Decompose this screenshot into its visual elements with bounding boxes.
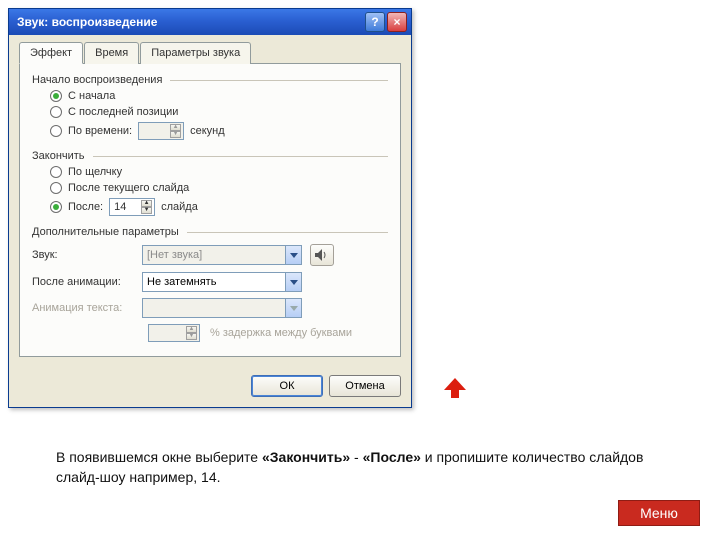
titlebar[interactable]: Звук: воспроизведение ? × <box>9 9 411 35</box>
option-on-click[interactable]: По щелчку <box>50 166 388 178</box>
arrow-up-icon <box>444 378 466 401</box>
by-time-unit: секунд <box>190 125 225 137</box>
tab-time[interactable]: Время <box>84 42 139 64</box>
option-by-time[interactable]: По времени: ▲ ▼ секунд <box>50 122 388 140</box>
caption-mid: - <box>350 449 362 465</box>
group-end-options: По щелчку После текущего слайда После: 1… <box>32 166 388 216</box>
text-anim-combo[interactable] <box>142 298 302 318</box>
option-by-time-label: По времени: <box>68 125 132 137</box>
menu-button[interactable]: Меню <box>618 500 700 526</box>
row-text-anim: Анимация текста: <box>32 298 388 318</box>
radio-after-current[interactable] <box>50 182 62 194</box>
spinner-arrows: ▲ ▼ <box>141 200 152 214</box>
after-anim-combo-value: Не затемнять <box>147 276 285 288</box>
spin-down-icon[interactable]: ▼ <box>141 207 152 214</box>
radio-on-click[interactable] <box>50 166 62 178</box>
spin-down-icon[interactable]: ▼ <box>170 131 181 138</box>
speaker-icon <box>315 249 329 261</box>
ok-button[interactable]: ОК <box>251 375 323 397</box>
option-after-current-label: После текущего слайда <box>68 182 189 194</box>
radio-after[interactable] <box>50 201 62 213</box>
option-after-current[interactable]: После текущего слайда <box>50 182 388 194</box>
sound-playback-dialog: Звук: воспроизведение ? × Эффект Время П… <box>8 8 412 408</box>
sound-label: Звук: <box>32 249 142 261</box>
spinner-arrows: ▲ ▼ <box>170 124 181 138</box>
cancel-button[interactable]: Отмена <box>329 375 401 397</box>
chevron-down-icon[interactable] <box>285 273 301 291</box>
option-after-label: После: <box>68 201 103 213</box>
row-pct-delay: ▲ ▼ % задержка между буквами <box>32 324 388 342</box>
row-sound: Звук: [Нет звука] <box>32 244 388 266</box>
option-from-start[interactable]: С начала <box>50 90 388 102</box>
tab-bar: Эффект Время Параметры звука <box>19 42 401 64</box>
tab-effect[interactable]: Эффект <box>19 42 83 64</box>
chevron-down-icon[interactable] <box>285 299 301 317</box>
dialog-buttons: ОК Отмена <box>9 367 411 407</box>
divider <box>170 80 388 81</box>
spin-up-icon[interactable]: ▲ <box>170 124 181 131</box>
option-from-start-label: С начала <box>68 90 115 102</box>
spin-up-icon[interactable]: ▲ <box>141 200 152 207</box>
group-start-options: С начала С последней позиции По времени:… <box>32 90 388 140</box>
radio-by-time[interactable] <box>50 125 62 137</box>
option-from-last[interactable]: С последней позиции <box>50 106 388 118</box>
close-button[interactable]: × <box>387 12 407 32</box>
dialog-title: Звук: воспроизведение <box>17 15 363 29</box>
divider <box>93 156 388 157</box>
tab-panel-effect: Начало воспроизведения С начала С послед… <box>19 63 401 357</box>
group-extra-label: Дополнительные параметры <box>32 226 185 238</box>
speaker-button[interactable] <box>310 244 334 266</box>
group-extra-header: Дополнительные параметры <box>32 226 388 238</box>
option-after[interactable]: После: 14 ▲ ▼ слайда <box>50 198 388 216</box>
group-start-header: Начало воспроизведения <box>32 74 388 86</box>
instruction-caption: В появившемся окне выберите «Закончить» … <box>56 448 656 487</box>
by-time-spinner[interactable]: ▲ ▼ <box>138 122 184 140</box>
text-anim-label: Анимация текста: <box>32 302 142 314</box>
sound-combo-value: [Нет звука] <box>147 249 285 261</box>
radio-from-start[interactable] <box>50 90 62 102</box>
spin-down-icon[interactable]: ▼ <box>186 333 197 340</box>
divider <box>187 232 388 233</box>
after-anim-label: После анимации: <box>32 276 142 288</box>
chevron-down-icon[interactable] <box>285 246 301 264</box>
after-value: 14 <box>114 201 141 213</box>
sound-combo[interactable]: [Нет звука] <box>142 245 302 265</box>
group-start-label: Начало воспроизведения <box>32 74 168 86</box>
caption-b2: «После» <box>363 449 421 465</box>
option-from-last-label: С последней позиции <box>68 106 178 118</box>
after-spinner[interactable]: 14 ▲ ▼ <box>109 198 155 216</box>
after-anim-combo[interactable]: Не затемнять <box>142 272 302 292</box>
group-end-header: Закончить <box>32 150 388 162</box>
row-after-anim: После анимации: Не затемнять <box>32 272 388 292</box>
pct-delay-spinner[interactable]: ▲ ▼ <box>148 324 200 342</box>
pct-delay-hint: % задержка между буквами <box>210 327 352 339</box>
caption-pre: В появившемся окне выберите <box>56 449 262 465</box>
radio-from-last[interactable] <box>50 106 62 118</box>
help-button[interactable]: ? <box>365 12 385 32</box>
group-end-label: Закончить <box>32 150 91 162</box>
caption-b1: «Закончить» <box>262 449 350 465</box>
dialog-body: Эффект Время Параметры звука Начало восп… <box>9 35 411 367</box>
after-unit: слайда <box>161 201 198 213</box>
option-on-click-label: По щелчку <box>68 166 122 178</box>
spinner-arrows: ▲ ▼ <box>186 326 197 340</box>
spin-up-icon[interactable]: ▲ <box>186 326 197 333</box>
tab-sound-params[interactable]: Параметры звука <box>140 42 251 64</box>
